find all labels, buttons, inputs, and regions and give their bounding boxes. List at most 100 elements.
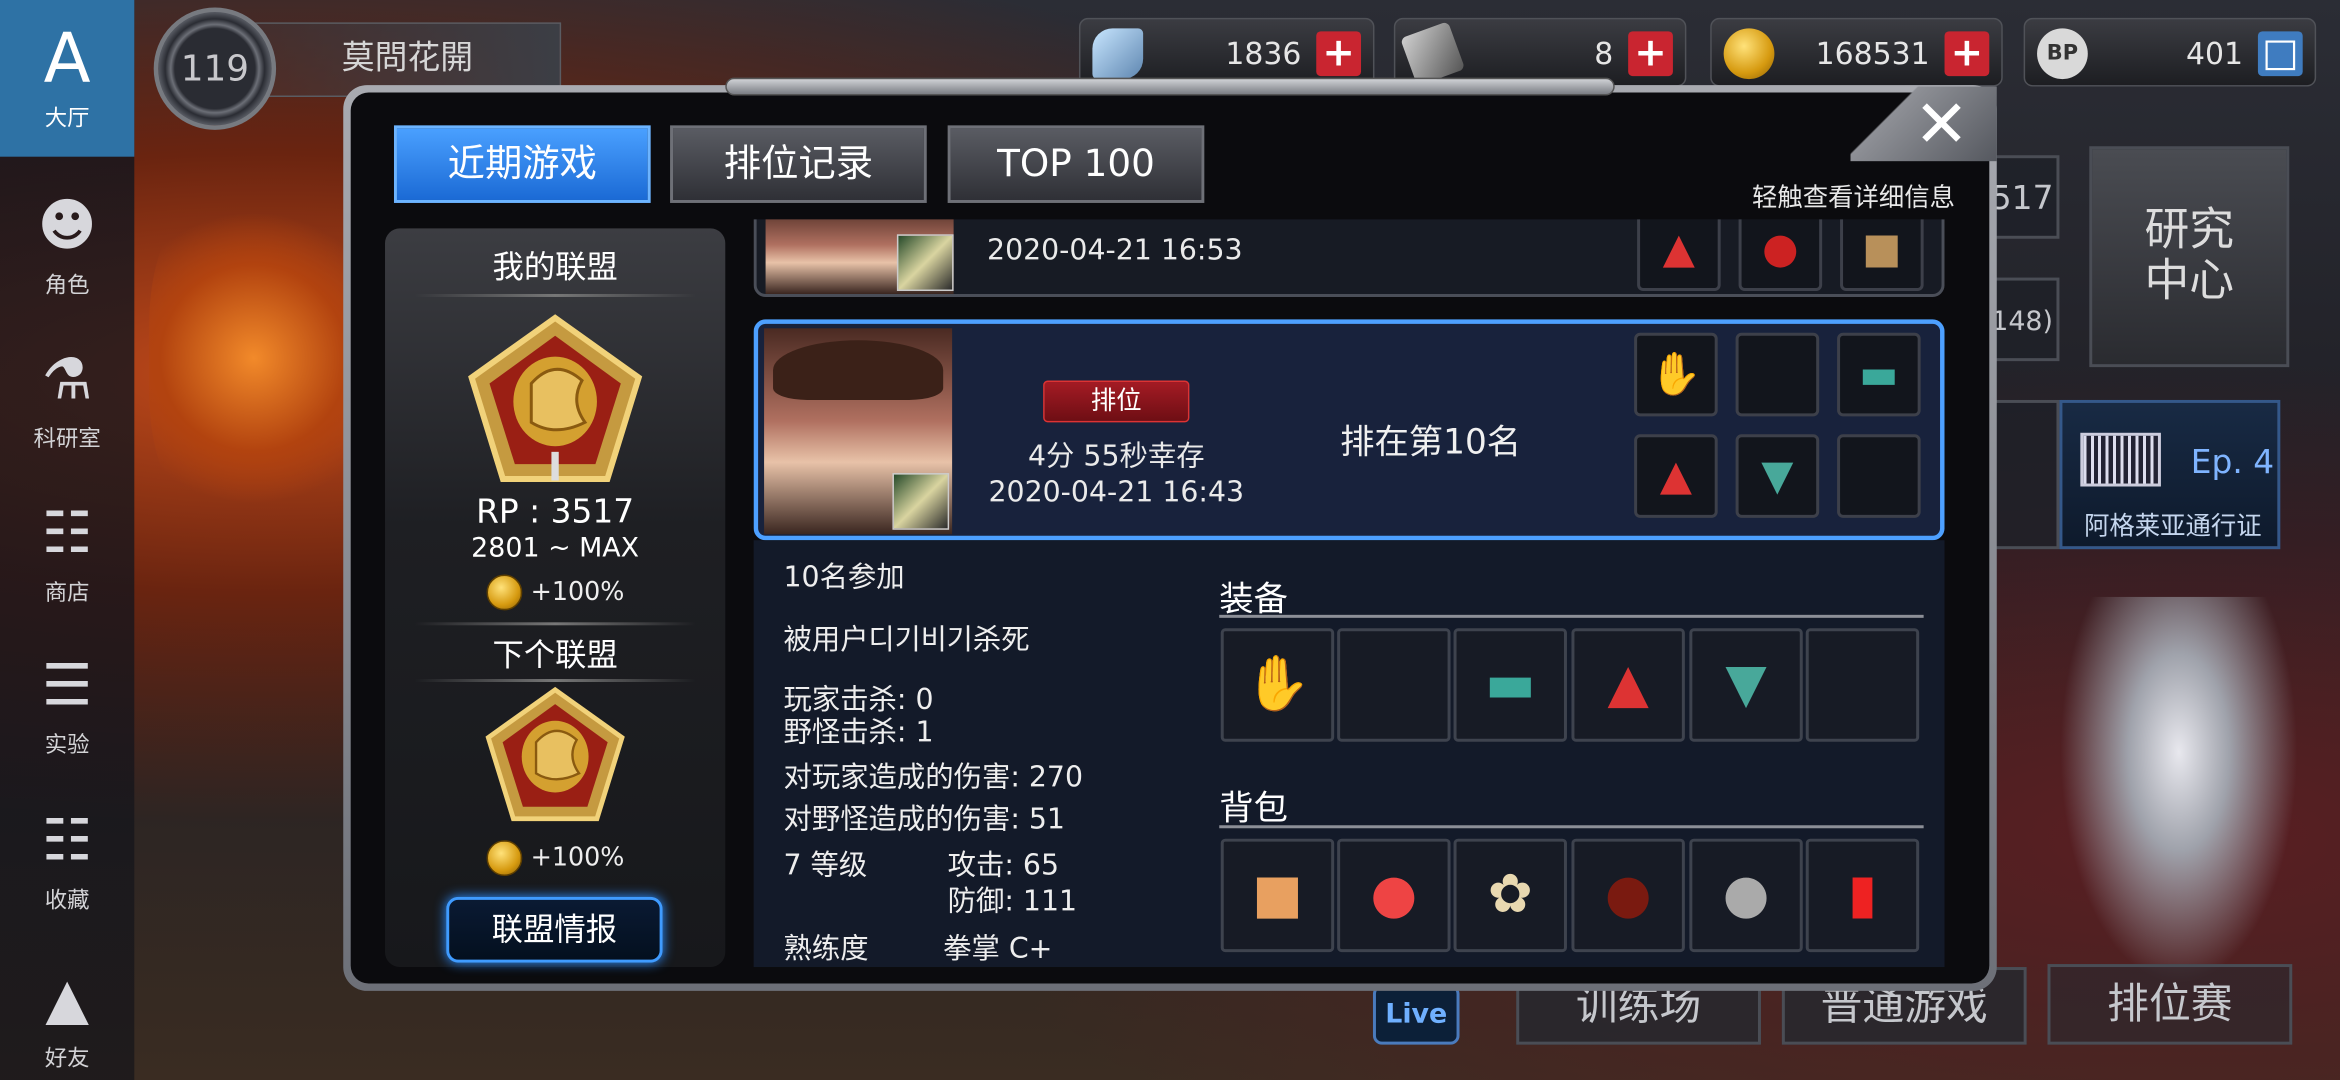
coin-icon [1723, 28, 1775, 80]
match-details: 10名参加 被用户디기비기杀死 玩家击杀: 0 野怪击杀: 1 对玩家造成的伤害… [753, 540, 1945, 968]
resource-crystal[interactable]: 1836 + [1078, 17, 1375, 87]
sidebar-item-collection[interactable]: ☷ 收藏 [0, 782, 134, 931]
books-icon: ☰ [41, 652, 93, 718]
drive-icon [1400, 21, 1466, 87]
divider [1219, 614, 1924, 618]
resource-value: 401 [2186, 35, 2244, 72]
lobby-icon: A [43, 17, 91, 99]
sidebar-item-label: 商店 [44, 579, 90, 606]
rp-range: 2801 ~ MAX [471, 532, 640, 565]
coin-icon [485, 574, 522, 611]
bracelet-icon[interactable]: ▬ [1453, 628, 1567, 742]
research-center-label: 研究中心 [2144, 204, 2235, 308]
empty-slot [1805, 628, 1920, 742]
sidebar-item-label: 收藏 [44, 886, 90, 914]
hair-buns [773, 340, 944, 400]
bonus-row: +100% [385, 574, 725, 611]
ranked-mode-button[interactable]: 排位赛 [2047, 964, 2293, 1045]
proficiency-value: 拳掌 C+ [943, 932, 1053, 966]
league-info-button[interactable]: 联盟情报 [446, 896, 663, 963]
sidebar-item-experiment[interactable]: ☰ 实验 [0, 627, 134, 776]
match-card[interactable]: 2020-04-21 16:53 ▲ ● ■ [753, 219, 1945, 297]
jacket-icon: ▲ [1637, 219, 1721, 292]
crystal-icon [1092, 28, 1144, 80]
survival-time: 4分 55秒幸存 [1027, 440, 1205, 474]
beetle-icon[interactable]: ● [1571, 838, 1685, 953]
feather-icon[interactable]: ✿ [1453, 838, 1567, 953]
level-badge[interactable]: 119 [153, 7, 277, 130]
weapon-mini-icon [896, 234, 954, 292]
my-league-title: 我的联盟 [492, 249, 618, 286]
sidebar-item-label: 好友 [44, 1044, 90, 1072]
tab-ranked-record[interactable]: 排位记录 [670, 125, 927, 203]
empty-slot [1837, 434, 1921, 518]
next-bonus-row: +100% [385, 840, 725, 877]
add-drive-button[interactable]: + [1628, 31, 1673, 77]
pass-label: 阿格莱亚通行证 [2084, 511, 2262, 542]
sidebar-item-shop[interactable]: ☷ 商店 [0, 475, 134, 624]
add-coin-button[interactable]: + [1944, 31, 1990, 77]
gamepad-icon: ▲ [45, 965, 89, 1032]
add-crystal-button[interactable]: + [1316, 31, 1362, 77]
gloves-icon: ✋ [1634, 332, 1718, 417]
sidebar-item-label: 大厅 [44, 104, 90, 132]
empty-slot [1337, 628, 1451, 742]
boots-icon: ● [1738, 219, 1823, 292]
sidebar-item-label: 角色 [44, 271, 90, 299]
sidebar-item-lab[interactable]: ⚗ 科研室 [0, 321, 134, 470]
character-art-right [2059, 596, 2299, 985]
damage-to-monsters: 对野怪造成的伤害: 51 [783, 802, 1065, 836]
close-button[interactable]: ✕ [1904, 89, 1979, 162]
rp-value: RP : 3517 [476, 493, 635, 532]
resource-drive[interactable]: 8 + [1393, 17, 1687, 87]
resource-coin[interactable]: 168531 + [1710, 17, 2003, 87]
lighter-icon[interactable]: ▮ [1805, 838, 1920, 953]
gloves-icon[interactable]: ✋ [1220, 628, 1335, 742]
resource-bp[interactable]: BP 401 □ [2023, 17, 2317, 87]
bonus-value: +100% [530, 843, 625, 874]
divider [414, 679, 696, 683]
next-league-emblem-icon [485, 686, 625, 822]
dragon-art [149, 179, 359, 538]
tier-numeral: I [547, 446, 563, 491]
coin-icon [485, 840, 522, 877]
proficiency-label: 熟练度 [783, 932, 869, 966]
participants: 10名参加 [783, 561, 905, 594]
chocolate-icon[interactable]: ■ [1220, 838, 1335, 953]
sidebar-item-lobby[interactable]: A 大厅 [0, 0, 135, 157]
match-time: 2020-04-21 16:53 [987, 234, 1243, 268]
tab-top-100[interactable]: TOP 100 [947, 125, 1205, 203]
bracelet-icon: ▬ [1837, 332, 1921, 417]
aglaia-pass-button[interactable]: Ep. 4 阿格莱亚通行证 [2059, 399, 2281, 550]
level-value: 7 等级 [783, 849, 868, 882]
rank-result: 排在第10名 [1340, 423, 1522, 463]
ranked-tag: 排位 [1043, 380, 1190, 423]
box-icon: ■ [1840, 219, 1924, 292]
next-league-title: 下个联盟 [492, 637, 618, 674]
pills-icon[interactable]: ● [1337, 838, 1451, 953]
sidebar-item-friends[interactable]: ▲ 好友 [0, 940, 134, 1080]
killed-by: 被用户디기비기杀死 [783, 623, 1030, 657]
stone-icon[interactable]: ● [1689, 838, 1803, 953]
live-button[interactable]: Live [1372, 984, 1460, 1045]
research-center-button[interactable]: 研究中心 [2089, 146, 2290, 368]
sidebar-item-label: 科研室 [33, 425, 101, 453]
sidebar-item-label: 实验 [44, 731, 90, 759]
equipment-title: 装备 [1219, 580, 1288, 620]
jacket-icon[interactable]: ▲ [1571, 628, 1685, 742]
weapon-mini-icon [892, 473, 950, 530]
bp-card-button[interactable]: □ [2257, 31, 2303, 77]
attack-value: 攻击: 65 [947, 849, 1060, 882]
empty-slot [1735, 332, 1820, 417]
divider [1219, 825, 1924, 829]
sidebar-item-character[interactable]: ☻ 角色 [0, 167, 134, 316]
flask-icon: ⚗ [41, 346, 93, 412]
jacket-icon: ▲ [1634, 434, 1718, 518]
tab-recent-games[interactable]: 近期游戏 [393, 125, 651, 203]
shoes-icon[interactable]: ▼ [1689, 628, 1803, 742]
sidebar: A 大厅 ☻ 角色 ⚗ 科研室 ☷ 商店 ☰ 实验 ☷ 收藏 ▲ 好友 [0, 0, 135, 1080]
match-card-selected[interactable]: 排位 4分 55秒幸存 2020-04-21 16:43 排在第10名 ✋ ▬ … [753, 319, 1945, 541]
bp-icon: BP [2037, 28, 2088, 80]
cart-icon: ☷ [41, 499, 93, 566]
monster-kills: 野怪击杀: 1 [783, 716, 934, 750]
